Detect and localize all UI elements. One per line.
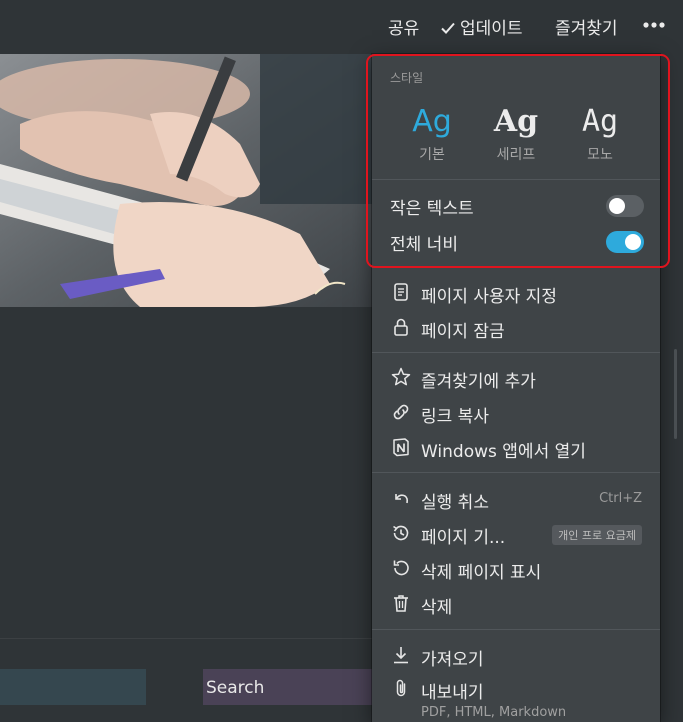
style-glyph-default: Ag bbox=[412, 104, 452, 139]
menu-divider bbox=[372, 629, 660, 630]
trash-icon bbox=[390, 592, 412, 614]
plan-badge: 개인 프로 요금제 bbox=[552, 525, 642, 545]
add-favorite-item[interactable]: 즐겨찾기에 추가 bbox=[372, 360, 660, 394]
undo-label: 실행 취소 bbox=[421, 493, 489, 513]
search-block[interactable]: Search bbox=[203, 669, 373, 705]
scrollbar[interactable] bbox=[674, 349, 677, 439]
page-block[interactable] bbox=[0, 669, 146, 705]
customize-page-item[interactable]: 페이지 사용자 지정 bbox=[372, 275, 660, 309]
delete-item[interactable]: 삭제 bbox=[372, 586, 660, 620]
toggle-knob bbox=[625, 234, 641, 250]
page-options-menu: 스타일 Ag 기본 Ag 세리프 Ag 모노 작은 텍스트 전체 너비 페이지 … bbox=[372, 54, 660, 722]
open-in-app-item[interactable]: Windows 앱에서 열기 bbox=[372, 430, 660, 464]
style-section-title: 스타일 bbox=[390, 71, 424, 85]
right-edge bbox=[660, 54, 683, 722]
more-horizontal-icon bbox=[643, 22, 665, 28]
lock-page-item[interactable]: 페이지 잠금 bbox=[372, 310, 660, 344]
full-width-toggle[interactable] bbox=[606, 231, 644, 253]
style-glyph-serif: Ag bbox=[493, 104, 539, 139]
menu-divider bbox=[372, 352, 660, 353]
copy-link-item[interactable]: 링크 복사 bbox=[372, 395, 660, 429]
export-label: 내보내기 bbox=[421, 683, 484, 703]
style-option-default[interactable]: Ag 기본 bbox=[397, 104, 467, 164]
search-block-label: Search bbox=[206, 678, 265, 698]
export-item[interactable]: 내보내기 PDF, HTML, Markdown bbox=[372, 671, 660, 721]
small-text-toggle[interactable] bbox=[606, 195, 644, 217]
style-label-mono: 모노 bbox=[587, 147, 613, 163]
customize-page-label: 페이지 사용자 지정 bbox=[421, 287, 557, 307]
undo-icon bbox=[390, 487, 412, 509]
lock-page-label: 페이지 잠금 bbox=[421, 322, 505, 342]
full-width-label: 전체 너비 bbox=[390, 235, 458, 255]
style-label-default: 기본 bbox=[419, 147, 445, 163]
update-button[interactable]: 업데이트 bbox=[440, 14, 523, 39]
import-item[interactable]: 가져오기 bbox=[372, 638, 660, 672]
page-history-item[interactable]: 페이지 기... 개인 프로 요금제 bbox=[372, 516, 660, 550]
menu-divider bbox=[372, 179, 660, 180]
full-width-row[interactable]: 전체 너비 bbox=[390, 225, 644, 255]
add-favorite-label: 즐겨찾기에 추가 bbox=[421, 372, 536, 392]
page-history-label: 페이지 기... bbox=[421, 528, 506, 548]
update-label: 업데이트 bbox=[460, 19, 523, 39]
small-text-label: 작은 텍스트 bbox=[390, 199, 474, 219]
copy-link-label: 링크 복사 bbox=[421, 407, 489, 427]
paperclip-icon bbox=[390, 677, 412, 699]
link-icon bbox=[390, 401, 412, 423]
style-option-mono[interactable]: Ag 모노 bbox=[565, 104, 635, 164]
style-glyph-mono: Ag bbox=[581, 104, 619, 139]
show-deleted-label: 삭제 페이지 표시 bbox=[421, 563, 542, 583]
check-icon bbox=[441, 22, 455, 34]
undo-shortcut: Ctrl+Z bbox=[599, 491, 642, 506]
style-label-serif: 세리프 bbox=[496, 147, 536, 163]
style-option-serif[interactable]: Ag 세리프 bbox=[481, 104, 551, 164]
top-bar: 공유 업데이트 즐겨찾기 bbox=[0, 0, 683, 54]
history-icon bbox=[390, 522, 412, 544]
share-button[interactable]: 공유 bbox=[388, 14, 419, 39]
import-label: 가져오기 bbox=[421, 650, 484, 670]
small-text-row[interactable]: 작은 텍스트 bbox=[390, 189, 644, 219]
cover-image bbox=[0, 54, 380, 307]
notion-icon bbox=[390, 436, 412, 458]
delete-label: 삭제 bbox=[421, 598, 453, 618]
export-formats: PDF, HTML, Markdown bbox=[421, 705, 567, 720]
restore-icon bbox=[390, 557, 412, 579]
undo-item[interactable]: 실행 취소 Ctrl+Z bbox=[372, 481, 660, 515]
more-options-button[interactable] bbox=[641, 12, 667, 43]
download-icon bbox=[390, 644, 412, 666]
toggle-knob bbox=[609, 198, 625, 214]
favorite-button[interactable]: 즐겨찾기 bbox=[555, 14, 618, 39]
page-body bbox=[0, 307, 372, 722]
menu-divider bbox=[372, 472, 660, 473]
menu-divider bbox=[372, 267, 660, 268]
show-deleted-item[interactable]: 삭제 페이지 표시 bbox=[372, 551, 660, 585]
document-icon bbox=[390, 281, 412, 303]
star-icon bbox=[390, 366, 412, 388]
divider-line bbox=[0, 638, 372, 639]
open-in-app-label: Windows 앱에서 열기 bbox=[421, 442, 586, 462]
lock-icon bbox=[390, 316, 412, 338]
